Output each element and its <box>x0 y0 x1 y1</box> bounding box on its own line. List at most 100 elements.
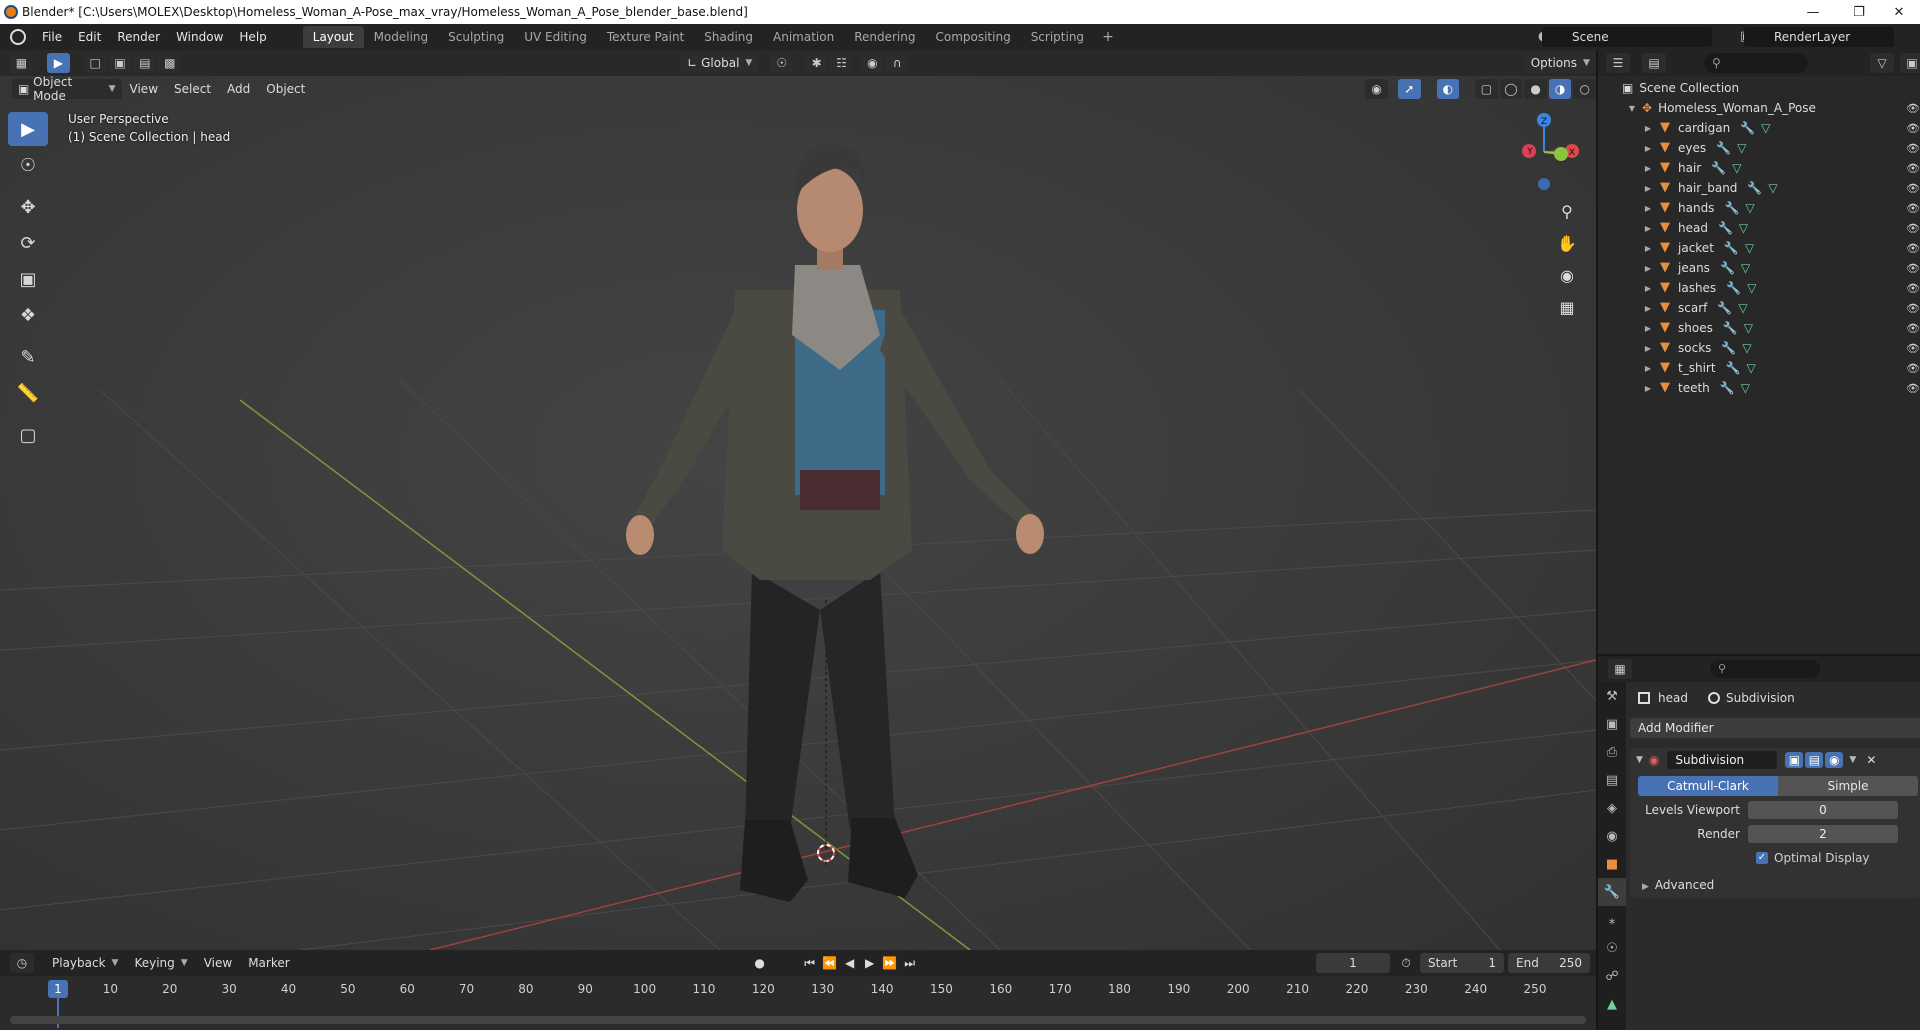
expand-arrow-icon[interactable]: ▶ <box>1642 284 1654 293</box>
outliner-item-jacket[interactable]: ▶ ▼ jacket 🔧 ▽ 👁 <box>1598 238 1920 258</box>
pivot-point-icon[interactable]: ☉ <box>770 53 794 73</box>
object-tab-icon[interactable]: ■ <box>1598 850 1626 878</box>
jump-end-icon[interactable]: ⏭ <box>900 956 920 971</box>
tab-rendering[interactable]: Rendering <box>844 26 925 48</box>
advanced-subpanel[interactable]: ▶ Advanced <box>1630 878 1920 892</box>
3d-viewport[interactable]: Z X Y ▦ ▶ □ ▣ ▤ ▩ ∟ Global ▼ ☉ ✱ ☷ ◉ ∩ Op… <box>0 50 1596 950</box>
expand-arrow-icon[interactable]: ▶ <box>1642 224 1654 233</box>
playhead-frame-indicator[interactable]: 1 <box>48 980 68 998</box>
edit-mode-toggle-icon[interactable]: ▣ <box>1785 752 1804 768</box>
object-mode-dropdown[interactable]: ▣ Object Mode ▼ <box>12 75 122 103</box>
collection-row[interactable]: ▼ ✥ Homeless_Woman_A_Pose 👁 <box>1598 98 1920 118</box>
world-tab-icon[interactable]: ◉ <box>1598 822 1626 850</box>
mesh-data-icon[interactable]: ▽ <box>1739 221 1748 235</box>
select-mode-icon[interactable]: ▶ <box>46 53 70 73</box>
tab-scripting[interactable]: Scripting <box>1021 26 1094 48</box>
render-layer-selector[interactable]: RenderLayer <box>1744 27 1894 47</box>
select-box-extend-icon[interactable]: ▣ <box>108 53 132 73</box>
outliner-item-teeth[interactable]: ▶ ▼ teeth 🔧 ▽ 👁 <box>1598 378 1920 398</box>
scale-tool-icon[interactable]: ▣ <box>8 262 48 296</box>
tab-sculpting[interactable]: Sculpting <box>438 26 514 48</box>
expand-arrow-icon[interactable]: ▶ <box>1642 124 1654 133</box>
rendered-shading-icon[interactable]: ○ <box>1573 79 1596 99</box>
blender-menu-icon[interactable] <box>10 29 26 45</box>
add-workspace-button[interactable]: + <box>1094 29 1122 45</box>
modifier-wrench-icon[interactable]: 🔧 <box>1720 261 1735 275</box>
eye-icon[interactable]: 👁 <box>1906 142 1920 155</box>
viewport-toggle-icon[interactable]: ▤ <box>1805 752 1824 768</box>
scene-tab-icon[interactable]: ◈ <box>1598 794 1626 822</box>
modifier-tab-icon[interactable]: 🔧 <box>1598 878 1626 906</box>
menu-window[interactable]: Window <box>168 24 231 50</box>
overlays-toggle-icon[interactable]: ◐ <box>1436 79 1460 99</box>
outliner-item-cardigan[interactable]: ▶ ▼ cardigan 🔧 ▽ 👁 <box>1598 118 1920 138</box>
properties-search-input[interactable]: ⚲ <box>1710 660 1820 678</box>
expand-arrow-icon[interactable]: ▶ <box>1642 164 1654 173</box>
properties-editor-type-icon[interactable]: ▦ <box>1608 659 1632 679</box>
camera-view-icon[interactable]: ◉ <box>1552 260 1582 290</box>
tool-tab-icon[interactable]: ⚒ <box>1598 682 1626 710</box>
display-mode-icon[interactable]: ▤ <box>1642 53 1666 73</box>
expand-arrow-icon[interactable]: ▶ <box>1642 204 1654 213</box>
optimal-display-checkbox[interactable]: ✓ <box>1756 852 1768 864</box>
expand-arrow-icon[interactable]: ▶ <box>1642 384 1654 393</box>
eye-icon[interactable]: 👁 <box>1906 282 1920 295</box>
gizmo-neg-z-handle[interactable] <box>1538 178 1550 190</box>
constraints-tab-icon[interactable]: ☍ <box>1598 962 1626 990</box>
outliner-item-hair[interactable]: ▶ ▼ hair 🔧 ▽ 👁 <box>1598 158 1920 178</box>
menu-render[interactable]: Render <box>109 24 168 50</box>
eye-icon[interactable]: 👁 <box>1906 322 1920 335</box>
mesh-data-icon[interactable]: ▽ <box>1738 301 1747 315</box>
levels-viewport-field[interactable]: 0 <box>1748 801 1898 819</box>
orthographic-grid-icon[interactable]: ▦ <box>1552 292 1582 322</box>
eye-icon[interactable]: 👁 <box>1906 362 1920 375</box>
mesh-data-icon[interactable]: ▽ <box>1737 141 1746 155</box>
mesh-data-icon[interactable]: ▽ <box>1747 361 1756 375</box>
mesh-data-icon[interactable]: ▽ <box>1747 281 1756 295</box>
outliner-item-socks[interactable]: ▶ ▼ socks 🔧 ▽ 👁 <box>1598 338 1920 358</box>
tab-modeling[interactable]: Modeling <box>364 26 439 48</box>
viewport-menu-object[interactable]: Object <box>258 82 313 96</box>
eye-icon[interactable]: 👁 <box>1906 122 1920 135</box>
frame-ruler[interactable]: 10 20 30 40 50 60 70 80 90 100 110 120 130 140 150 160 1… <box>0 976 1596 1000</box>
filter-icon[interactable]: ▽ <box>1870 53 1894 73</box>
remove-modifier-icon[interactable]: ✕ <box>1866 753 1876 767</box>
collapse-arrow-icon[interactable]: ▼ <box>1636 755 1643 765</box>
timeline-editor-type-icon[interactable]: ◷ <box>10 953 34 973</box>
mesh-data-icon[interactable]: ▽ <box>1744 321 1753 335</box>
simple-button[interactable]: Simple <box>1778 776 1918 796</box>
cursor-tool-icon[interactable]: ☉ <box>8 148 48 182</box>
select-box-subtract-icon[interactable]: ▤ <box>133 53 157 73</box>
mesh-data-icon[interactable]: ▽ <box>1732 161 1741 175</box>
visibility-icon[interactable]: ◉ <box>1365 79 1388 99</box>
viewport-menu-add[interactable]: Add <box>219 82 258 96</box>
mesh-data-icon[interactable]: ▽ <box>1745 241 1754 255</box>
modifier-wrench-icon[interactable]: 🔧 <box>1724 241 1739 255</box>
xray-toggle-icon[interactable]: ▢ <box>1475 79 1498 99</box>
mesh-data-icon[interactable]: ▽ <box>1745 201 1754 215</box>
modifier-wrench-icon[interactable]: 🔧 <box>1718 221 1733 235</box>
mesh-data-icon[interactable]: ▽ <box>1741 381 1750 395</box>
transform-tool-icon[interactable]: ❖ <box>8 298 48 332</box>
wireframe-shading-icon[interactable]: ◯ <box>1499 79 1523 99</box>
outliner-item-head[interactable]: ▶ ▼ head 🔧 ▽ 👁 <box>1598 218 1920 238</box>
modifier-wrench-icon[interactable]: 🔧 <box>1726 361 1741 375</box>
expand-arrow-icon[interactable]: ▶ <box>1642 364 1654 373</box>
jump-start-icon[interactable]: ⏮ <box>800 956 820 971</box>
eye-icon[interactable]: 👁 <box>1906 382 1920 395</box>
physics-tab-icon[interactable]: ☉ <box>1598 934 1626 962</box>
transform-orientation-dropdown[interactable]: ∟ Global ▼ <box>681 53 759 73</box>
new-collection-icon[interactable]: ▣ <box>1900 53 1920 73</box>
select-box-new-icon[interactable]: □ <box>83 53 107 73</box>
auto-key-record-icon[interactable]: ● <box>750 956 770 970</box>
annotate-tool-icon[interactable]: ✎ <box>8 340 48 374</box>
expand-arrow-icon[interactable]: ▶ <box>1642 264 1654 273</box>
play-icon[interactable]: ▶ <box>860 956 880 970</box>
eye-icon[interactable]: 👁 <box>1906 162 1920 175</box>
timeline-menu-marker[interactable]: Marker <box>240 956 297 970</box>
current-frame-field[interactable]: 1 <box>1316 953 1390 973</box>
viewport-menu-select[interactable]: Select <box>166 82 219 96</box>
output-tab-icon[interactable]: ⎙ <box>1598 738 1626 766</box>
modifier-wrench-icon[interactable]: 🔧 <box>1711 161 1726 175</box>
modifier-menu-icon[interactable]: ▼ <box>1849 755 1856 765</box>
